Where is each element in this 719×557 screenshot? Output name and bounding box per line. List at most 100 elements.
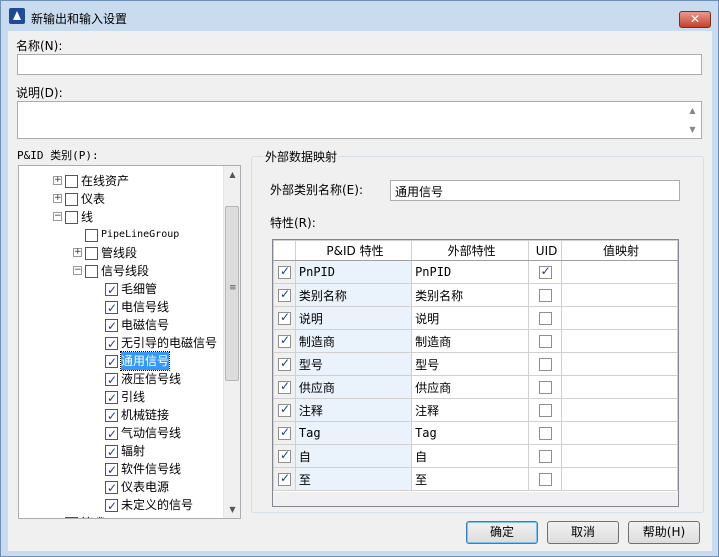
grid-column-header[interactable]: 外部特性 — [411, 240, 530, 261]
tree-node-label[interactable]: 软件信号线 — [121, 460, 181, 478]
tree-node[interactable]: − 信号线段 — [19, 262, 225, 280]
tree-node-checkbox[interactable] — [105, 479, 118, 497]
scroll-up-icon[interactable]: ▲ — [224, 166, 240, 183]
tree-node[interactable]: 通用信号 — [19, 351, 225, 371]
grid-column-header[interactable] — [273, 240, 296, 261]
tree-node-checkbox[interactable] — [105, 371, 118, 389]
tree-node-checkbox[interactable] — [65, 517, 78, 518]
description-input[interactable]: ▲ ▼ — [17, 101, 702, 139]
tree-node[interactable]: 仪表电源 — [19, 478, 225, 497]
name-input[interactable] — [17, 54, 702, 75]
tree-node-checkbox[interactable] — [105, 407, 118, 425]
tree-node-label[interactable]: 仪表 — [81, 190, 105, 208]
value-map-cell[interactable] — [561, 260, 678, 284]
pid-property-cell[interactable]: 注释 — [294, 398, 413, 422]
expand-icon[interactable]: + — [53, 176, 62, 185]
table-row[interactable]: 注释注释 — [273, 398, 678, 422]
value-map-cell[interactable] — [561, 306, 678, 330]
tree-node-checkbox[interactable] — [105, 317, 118, 335]
uid-checkbox[interactable] — [538, 335, 552, 348]
table-row[interactable]: 类别名称类别名称 — [273, 283, 678, 307]
pid-property-cell[interactable]: Tag — [294, 421, 413, 445]
external-property-cell[interactable]: 自 — [411, 444, 530, 468]
uid-checkbox[interactable] — [538, 358, 552, 371]
tree-node[interactable]: 无引导的电磁信号 — [19, 334, 225, 353]
scroll-up-icon[interactable]: ▲ — [684, 102, 701, 119]
tree-node[interactable]: 引线 — [19, 388, 225, 407]
table-row[interactable]: 至至 — [273, 467, 678, 491]
tree-node-label[interactable]: 通用信号 — [119, 351, 171, 371]
tree-node-checkbox[interactable] — [105, 353, 118, 371]
tree-node[interactable]: 毛细管 — [19, 280, 225, 299]
tree-node[interactable]: + 在线资产 — [19, 172, 225, 190]
uid-checkbox[interactable] — [538, 473, 552, 486]
tree-node[interactable]: PipeLineGroup — [19, 226, 225, 244]
pid-property-cell[interactable]: 供应商 — [294, 375, 413, 399]
tree-node-label[interactable]: 机械链接 — [121, 406, 169, 424]
tree-node-checkbox[interactable] — [105, 335, 118, 353]
pid-property-cell[interactable]: 至 — [294, 467, 413, 491]
tree-node-label[interactable]: 线 — [81, 208, 93, 226]
tree-node-checkbox[interactable] — [105, 425, 118, 443]
tree-node-label[interactable]: 信号线段 — [101, 262, 149, 280]
tree-node-checkbox[interactable] — [65, 193, 78, 206]
value-map-cell[interactable] — [561, 467, 678, 491]
row-include-checkbox[interactable] — [277, 264, 291, 279]
tree-node[interactable]: 液压信号线 — [19, 370, 225, 389]
tree-node-checkbox[interactable] — [65, 175, 78, 188]
expand-icon[interactable]: + — [53, 194, 62, 203]
uid-checkbox[interactable] — [538, 450, 552, 463]
description-scrollbar[interactable]: ▲ ▼ — [684, 102, 701, 138]
table-row[interactable]: 供应商供应商 — [273, 375, 678, 399]
tree-node-label[interactable]: 在线资产 — [81, 172, 129, 190]
row-include-checkbox[interactable] — [277, 356, 291, 371]
value-map-cell[interactable] — [561, 421, 678, 445]
row-include-checkbox[interactable] — [277, 287, 291, 302]
tree-node-checkbox[interactable] — [85, 265, 98, 278]
table-row[interactable]: TagTag — [273, 421, 678, 445]
tree-node-checkbox[interactable] — [105, 299, 118, 317]
tree-node-label[interactable]: 气动信号线 — [121, 424, 181, 442]
external-property-cell[interactable]: 注释 — [411, 398, 530, 422]
tree-node-label[interactable]: 管线段 — [101, 244, 137, 262]
tree-node-label[interactable]: 电磁信号 — [121, 316, 169, 334]
row-include-checkbox[interactable] — [277, 471, 291, 486]
tree-node-checkbox[interactable] — [105, 461, 118, 479]
value-map-cell[interactable] — [561, 398, 678, 422]
pid-property-cell[interactable]: 类别名称 — [294, 283, 413, 307]
grid-column-header[interactable]: P&ID 特性 — [294, 240, 413, 261]
tree-node-label[interactable]: 引线 — [121, 388, 145, 406]
pid-property-cell[interactable]: 自 — [294, 444, 413, 468]
tree-node[interactable]: + 管线段 — [19, 244, 225, 262]
help-button[interactable]: 帮助(H) — [628, 521, 700, 544]
tree-node-checkbox[interactable] — [105, 497, 118, 515]
tree-node-checkbox[interactable] — [105, 389, 118, 407]
tree-node-label[interactable]: 辐射 — [121, 442, 145, 460]
tree-node-checkbox[interactable] — [65, 211, 78, 224]
pid-property-cell[interactable]: PnPID — [294, 260, 413, 284]
tree-node-checkbox[interactable] — [105, 443, 118, 461]
external-property-cell[interactable]: Tag — [411, 421, 530, 445]
ext-class-input[interactable]: 通用信号 — [390, 180, 680, 201]
uid-checkbox[interactable] — [538, 264, 552, 279]
tree-node[interactable]: 辐射 — [19, 442, 225, 461]
external-property-cell[interactable]: 供应商 — [411, 375, 530, 399]
row-include-checkbox[interactable] — [277, 425, 291, 440]
tree-node[interactable]: 未定义的信号 — [19, 496, 225, 515]
table-row[interactable]: 型号型号 — [273, 352, 678, 376]
tree-scrollbar[interactable]: ▲ ≡ ▼ — [223, 166, 240, 518]
tree-node-label[interactable]: 电信号线 — [121, 298, 169, 316]
grid-column-header[interactable]: 值映射 — [561, 240, 678, 261]
table-row[interactable]: PnPIDPnPID — [273, 260, 678, 284]
external-property-cell[interactable]: 至 — [411, 467, 530, 491]
tree-node-label[interactable]: 毛细管 — [121, 280, 157, 298]
grid-column-header[interactable]: UID — [528, 240, 563, 261]
table-row[interactable]: 说明说明 — [273, 306, 678, 330]
tree-node[interactable]: + 仪表 — [19, 190, 225, 208]
tree-node[interactable]: 机械链接 — [19, 406, 225, 425]
tree-node[interactable]: 电磁信号 — [19, 316, 225, 335]
row-include-checkbox[interactable] — [277, 402, 291, 417]
ok-button[interactable]: 确定 — [466, 521, 538, 544]
pid-property-cell[interactable]: 制造商 — [294, 329, 413, 353]
uid-checkbox[interactable] — [538, 289, 552, 302]
